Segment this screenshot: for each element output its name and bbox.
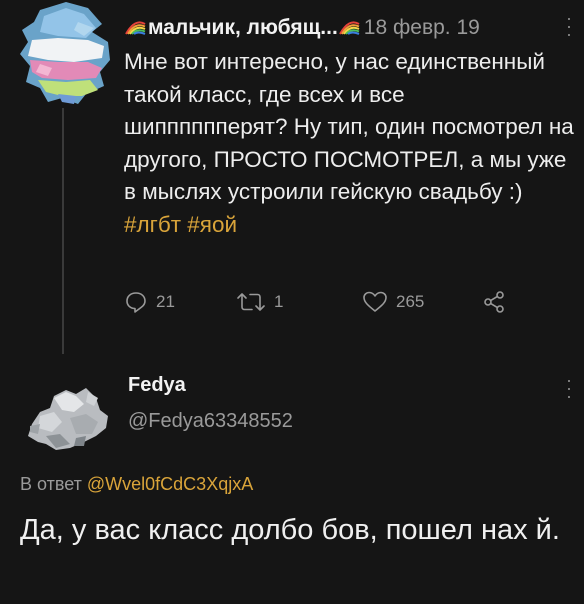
share-icon: [484, 291, 504, 313]
tweet-reply: Fedya @Fedya63348552 · · · В ответ @Wvel0f…: [0, 360, 584, 604]
retweet-button[interactable]: 1: [236, 290, 283, 314]
reply-context: В ответ @Wvel0fCdC3XqjxA: [20, 474, 253, 495]
share-button[interactable]: [482, 290, 514, 314]
like-count: 265: [396, 292, 425, 311]
more-icon[interactable]: · · ·: [566, 371, 572, 405]
like-button[interactable]: 265: [362, 290, 424, 314]
author-handle[interactable]: @Fedya63348552: [128, 410, 293, 433]
tweet-header: мальчик, любящ... 18 февр. 19: [124, 12, 564, 44]
retweet-count: 1: [274, 292, 284, 311]
reply-prefix: В ответ: [20, 474, 87, 494]
author-name[interactable]: мальчик, любящ...: [148, 16, 338, 40]
tweet-text: Мне вот интересно, у нас единственный та…: [124, 46, 574, 241]
rainbow-icon: [338, 21, 360, 35]
retweet-icon: [237, 293, 265, 311]
rainbow-icon: [125, 21, 146, 35]
avatar[interactable]: [18, 2, 114, 104]
reply-button[interactable]: 21: [124, 290, 175, 314]
reply-handle-link[interactable]: @Wvel0fCdC3XqjxA: [87, 474, 253, 494]
reply-icon: [126, 292, 146, 313]
tweet-body: Мне вот интересно, у нас единственный та…: [124, 49, 574, 204]
tweet-text: Да, у вас класс долбо бов, пошел нах й.: [20, 514, 560, 546]
reply-count: 21: [156, 292, 175, 311]
more-icon[interactable]: · · ·: [566, 9, 572, 43]
like-icon: [363, 291, 387, 312]
hashtags[interactable]: #лгбт #яой: [124, 212, 237, 237]
tweet-date[interactable]: 18 февр. 19: [364, 16, 480, 40]
author-name[interactable]: Fedya: [128, 374, 186, 397]
tweet-original: мальчик, любящ... 18 февр. 19 · · · Мне во…: [0, 0, 584, 360]
avatar[interactable]: [26, 378, 112, 458]
tweet-actions: 21 1 265: [124, 290, 524, 320]
thread-line: [62, 108, 64, 354]
